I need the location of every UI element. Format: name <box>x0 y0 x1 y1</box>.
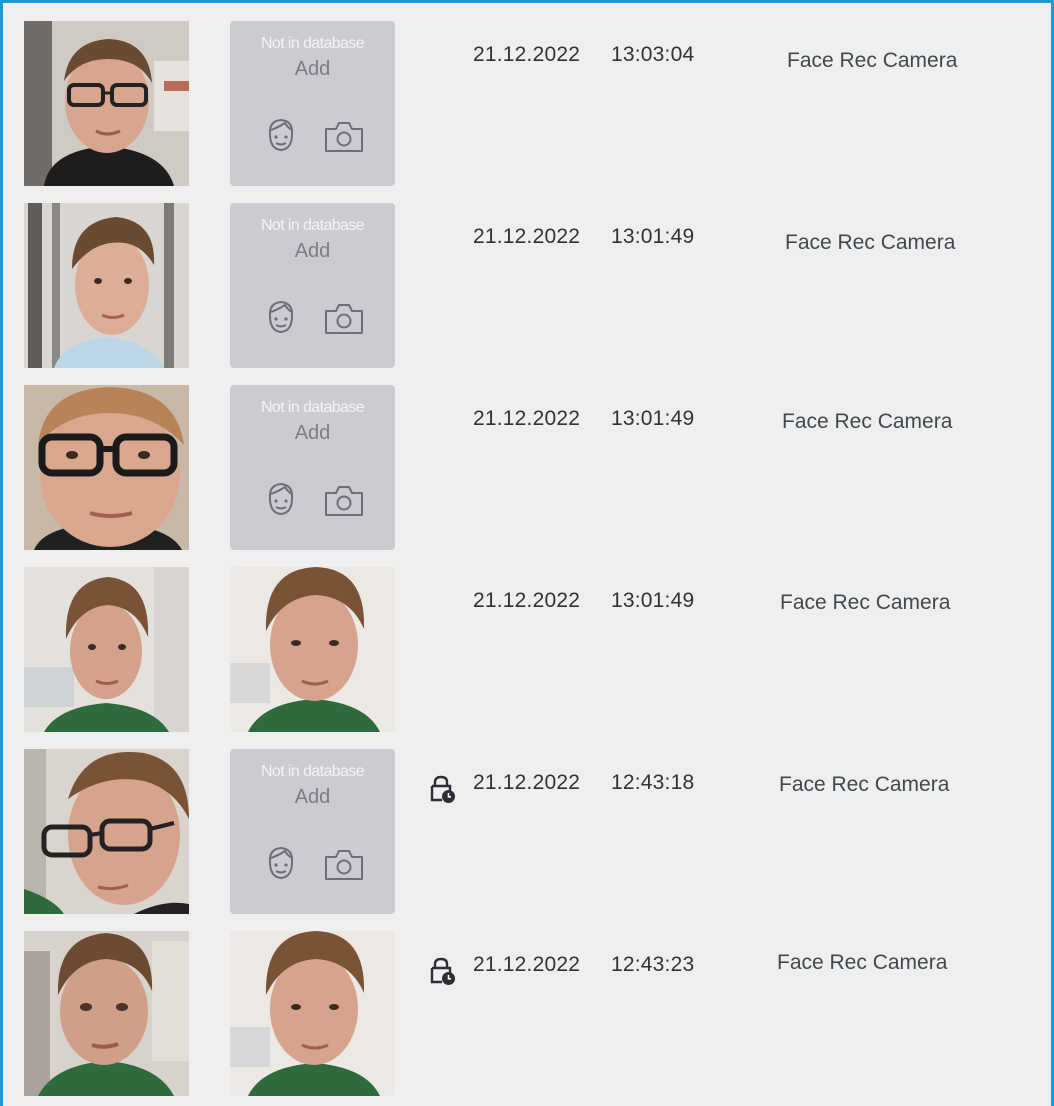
lock-clock-icon <box>430 957 455 985</box>
event-date: 21.12.2022 <box>473 407 581 430</box>
not-in-database-tile: Not in database Add <box>230 203 395 368</box>
matched-face-thumbnail[interactable] <box>230 931 395 1096</box>
event-camera: Face Rec Camera <box>780 591 951 614</box>
add-label: Add <box>294 58 331 80</box>
event-time: 13:01:49 <box>611 589 695 612</box>
face-add-icon[interactable] <box>261 843 301 883</box>
not-in-database-tile: Not in database Add <box>230 21 395 186</box>
detected-face-thumbnail[interactable] <box>24 21 189 186</box>
event-row[interactable]: 21.12.2022 13:01:49 Face Rec Camera <box>3 549 1053 732</box>
event-time: 12:43:23 <box>611 953 695 976</box>
event-camera: Face Rec Camera <box>785 231 956 254</box>
event-row[interactable]: Not in database Add <box>3 3 1053 186</box>
camera-icon[interactable] <box>322 481 366 521</box>
event-time: 13:03:04 <box>611 43 695 66</box>
event-camera: Face Rec Camera <box>787 49 958 72</box>
face-add-icon[interactable] <box>261 115 301 155</box>
event-row[interactable]: Not in database Add <box>3 367 1053 550</box>
event-date: 21.12.2022 <box>473 771 581 794</box>
face-add-icon[interactable] <box>261 297 301 337</box>
add-label: Add <box>294 240 331 262</box>
matched-face-thumbnail[interactable] <box>230 567 395 732</box>
event-row[interactable]: Not in database Add <box>3 731 1053 914</box>
not-in-database-label: Not in database <box>260 35 365 52</box>
detected-face-thumbnail[interactable] <box>24 203 189 368</box>
not-in-database-tile: Not in database Add <box>230 385 395 550</box>
event-date: 21.12.2022 <box>473 953 581 976</box>
event-row[interactable]: 21.12.2022 12:43:23 Face Rec Camera <box>3 913 1053 1096</box>
face-events-panel: Not in database Add 21.12.2022 13:03:04 … <box>0 0 1054 1106</box>
add-label: Add <box>294 422 331 444</box>
event-row[interactable]: Not in database Add <box>3 185 1053 368</box>
not-in-database-label: Not in database <box>260 763 365 780</box>
detected-face-thumbnail[interactable] <box>24 385 189 550</box>
add-label: Add <box>294 786 331 808</box>
event-list: Not in database Add 21.12.2022 13:03:04 … <box>3 3 1051 1106</box>
event-date: 21.12.2022 <box>473 43 581 66</box>
detected-face-thumbnail[interactable] <box>24 567 189 732</box>
detected-face-thumbnail[interactable] <box>24 749 189 914</box>
event-time: 13:01:49 <box>611 225 695 248</box>
camera-icon[interactable] <box>322 299 366 339</box>
camera-icon[interactable] <box>322 117 366 157</box>
event-time: 12:43:18 <box>611 771 695 794</box>
event-time: 13:01:49 <box>611 407 695 430</box>
event-camera: Face Rec Camera <box>777 951 948 974</box>
camera-icon[interactable] <box>322 845 366 885</box>
lock-clock-icon <box>430 775 455 803</box>
not-in-database-label: Not in database <box>260 217 365 234</box>
event-date: 21.12.2022 <box>473 589 581 612</box>
event-camera: Face Rec Camera <box>779 773 950 796</box>
not-in-database-label: Not in database <box>260 399 365 416</box>
face-add-icon[interactable] <box>261 479 301 519</box>
not-in-database-tile: Not in database Add <box>230 749 395 914</box>
event-camera: Face Rec Camera <box>782 410 953 433</box>
event-date: 21.12.2022 <box>473 225 581 248</box>
detected-face-thumbnail[interactable] <box>24 931 189 1096</box>
